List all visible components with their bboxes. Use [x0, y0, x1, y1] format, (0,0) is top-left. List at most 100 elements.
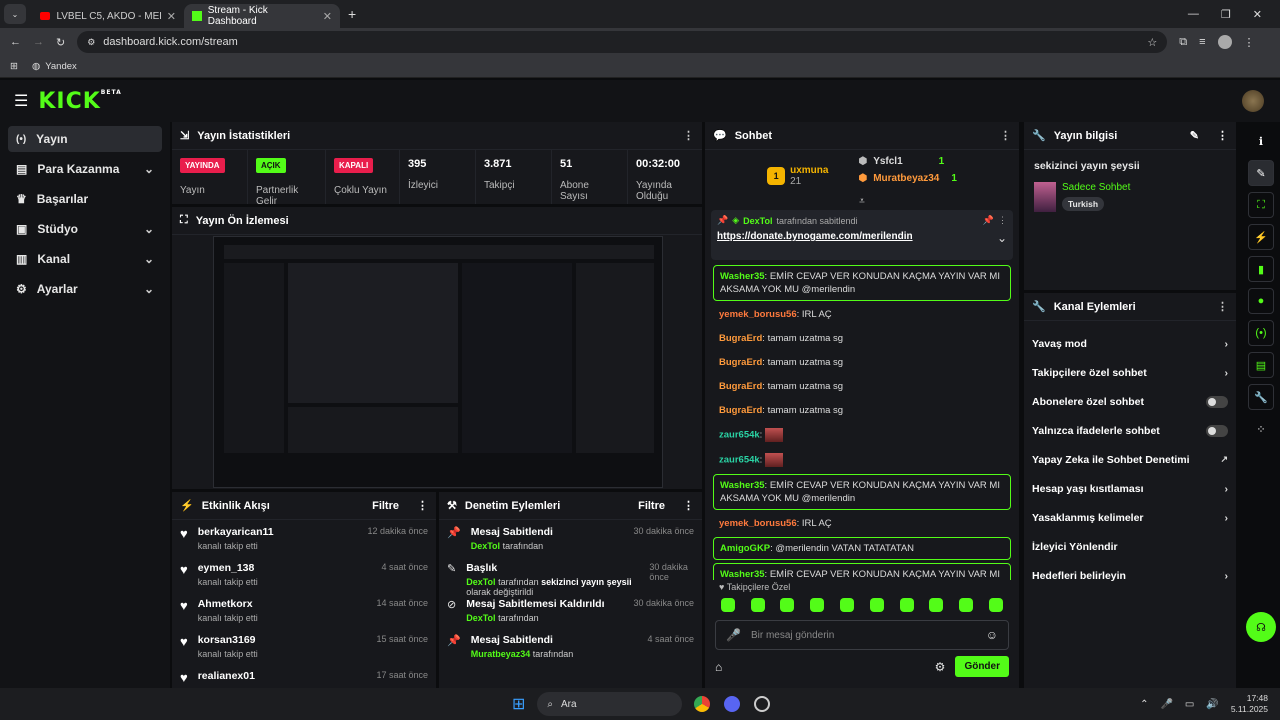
activity-user[interactable]: eymen_138 [198, 562, 258, 574]
activity-user[interactable]: korsan3169 [198, 634, 258, 646]
chevron-down-icon[interactable]: ⌄ [997, 231, 1007, 245]
channel-action-row[interactable]: Yapay Zeka ile Sohbet Denetimi ↗ [1024, 445, 1236, 474]
chat-username[interactable]: Washer35 [720, 271, 765, 282]
chat-username[interactable]: BugraErd [719, 381, 762, 392]
address-bar[interactable]: ⚙ dashboard.kick.com/stream ☆ [77, 31, 1168, 53]
toggle-switch[interactable] [1206, 395, 1228, 408]
sidebar-item-basarilar[interactable]: ♛ Başarılar [8, 186, 162, 212]
more-options-icon[interactable]: ⋮ [1217, 129, 1228, 142]
channel-action-row[interactable]: Yasaklanmış kelimeler › [1024, 503, 1236, 532]
mod-user[interactable]: DexTol [466, 577, 495, 587]
emote-icon[interactable] [840, 598, 855, 612]
toggle-switch[interactable] [1206, 424, 1228, 437]
store-icon[interactable]: ⌂ [715, 660, 722, 674]
emote-icon[interactable] [959, 598, 974, 612]
chat-username[interactable]: BugraErd [719, 333, 762, 344]
mod-action-row[interactable]: ✎ Başlık DexTol tarafından sekizinci yayın… [439, 556, 702, 597]
unpin-icon[interactable]: 📌 [983, 215, 994, 226]
emote-icon[interactable] [780, 598, 795, 612]
microphone-icon[interactable]: 🎤 [726, 628, 741, 642]
settings-gear-icon[interactable]: ⚙ [935, 660, 946, 674]
microphone-tray-icon[interactable]: 🎤 [1160, 699, 1172, 710]
activity-row[interactable]: ♥ eymen_138 kanalı takip etti 4 saat önce [172, 556, 436, 592]
channel-action-row[interactable]: Takipçilere özel sohbet › [1024, 358, 1236, 387]
chat-input[interactable]: 🎤 Bir mesaj gönderin ☺ [715, 620, 1009, 650]
close-window-icon[interactable]: ✕ [1253, 8, 1262, 21]
tray-chevron-up-icon[interactable]: ⌃ [1140, 699, 1148, 710]
broadcast-rail-icon[interactable]: (•) [1248, 320, 1274, 346]
chat-message[interactable]: BugraErd: tamam uzatma sg [713, 352, 1011, 373]
filter-button[interactable]: Filtre [638, 500, 665, 512]
close-tab-icon[interactable]: ✕ [167, 10, 176, 23]
chat-rail-icon[interactable]: ● [1248, 288, 1274, 314]
chat-message[interactable]: Washer35: EMİR CEVAP VER KONUDAN KAÇMA Y… [713, 474, 1011, 510]
mod-action-row[interactable]: 📌 Mesaj Sabitlendi DexTol tarafından 30 dak… [439, 520, 702, 556]
chat-username[interactable]: BugraErd [719, 357, 762, 368]
more-options-icon[interactable]: ⋮ [1000, 129, 1011, 142]
channel-action-row[interactable]: Yavaş mod › [1024, 329, 1236, 358]
chat-message[interactable]: BugraErd: tamam uzatma sg [713, 376, 1011, 397]
chat-message[interactable]: yemek_borusu56: IRL AÇ [713, 304, 1011, 325]
chat-message[interactable]: zaur654k: [713, 449, 1011, 471]
activity-row[interactable]: ♥ Ahmetkorx kanalı takip etti 14 saat önce [172, 592, 436, 628]
chat-username[interactable]: BugraErd [719, 405, 762, 416]
chat-message[interactable]: Washer35: EMİR CEVAP VER KONUDAN KAÇMA Y… [713, 563, 1011, 580]
stream-preview-video[interactable] [213, 236, 663, 488]
category-link[interactable]: Sadece Sohbet [1062, 182, 1130, 193]
emote-icon[interactable] [869, 598, 884, 612]
tab-youtube[interactable]: LVBEL C5, AKDO - MERMER - Yo ✕ [32, 4, 184, 28]
sidebar-item-yayin[interactable]: (•) Yayın [8, 126, 162, 152]
filter-button[interactable]: Filtre [372, 500, 399, 512]
close-tab-icon[interactable]: ✕ [323, 10, 332, 23]
site-info-icon[interactable]: ⚙ [87, 37, 95, 48]
tag-pill[interactable]: Turkish [1062, 197, 1105, 211]
kick-logo[interactable]: KICKBETA [38, 89, 121, 114]
channel-action-row[interactable]: Hedefleri belirleyin › [1024, 561, 1236, 590]
emoji-icon[interactable]: ☺ [986, 628, 998, 642]
reload-icon[interactable]: ↻ [56, 36, 65, 49]
discord-taskbar-icon[interactable] [724, 696, 741, 712]
pinned-link[interactable]: https://donate.bynogame.com/merilendin [717, 231, 913, 245]
mod-user[interactable]: DexTol [471, 541, 500, 551]
chat-username[interactable]: yemek_borusu56 [719, 518, 797, 529]
top-gifter-1[interactable]: 1 uxmuna 21 [767, 156, 828, 196]
volume-icon[interactable]: 🔊 [1206, 699, 1218, 710]
chat-username[interactable]: yemek_borusu56 [719, 309, 797, 320]
emote-icon[interactable] [750, 598, 765, 612]
info-icon[interactable]: ℹ [1248, 128, 1274, 154]
chat-message[interactable]: BugraErd: tamam uzatma sg [713, 400, 1011, 421]
profile-avatar-icon[interactable] [1217, 35, 1232, 49]
integrations-icon[interactable]: ⁘ [1248, 416, 1274, 442]
chat-message[interactable]: AmigoGKP: @merilendin VATAN TATATATAN [713, 537, 1011, 560]
chat-message[interactable]: yemek_borusu56: IRL AÇ [713, 513, 1011, 534]
more-options-icon[interactable]: ⋮ [998, 215, 1007, 226]
more-options-icon[interactable]: ⋮ [683, 499, 694, 512]
more-options-icon[interactable]: ⋮ [1217, 300, 1228, 313]
more-options-icon[interactable]: ⋮ [683, 129, 694, 142]
sidebar-item-kanal[interactable]: ▥ Kanal ⌄ [8, 246, 162, 272]
channel-action-row[interactable]: Hesap yaşı kısıtlaması › [1024, 474, 1236, 503]
chat-username[interactable]: Washer35 [720, 569, 765, 580]
sidebar-item-ayarlar[interactable]: ⚙ Ayarlar ⌄ [8, 276, 162, 302]
extensions-icon[interactable]: ⧉ [1179, 36, 1187, 49]
back-icon[interactable]: ← [10, 36, 21, 48]
sidebar-item-para-kazanma[interactable]: ▤ Para Kazanma ⌄ [8, 156, 162, 182]
chat-message[interactable]: BugraErd: tamam uzatma sg [713, 328, 1011, 349]
emote-icon[interactable] [810, 598, 825, 612]
edit-icon[interactable]: ✎ [1248, 160, 1274, 186]
clock[interactable]: 17:48 5.11.2025 [1231, 693, 1268, 715]
send-button[interactable]: Gönder [955, 656, 1009, 677]
browser-menu-icon[interactable]: ⋮ [1244, 36, 1255, 49]
channel-action-row[interactable]: Yalnızca ifadelerle sohbet [1024, 416, 1236, 445]
emote-icon[interactable] [720, 598, 735, 612]
activity-row[interactable]: ♥ korsan3169 kanalı takip etti 15 saat önce [172, 628, 436, 664]
minimize-icon[interactable]: — [1188, 8, 1199, 21]
forward-icon[interactable]: → [33, 36, 44, 48]
taskbar-search[interactable]: ⌕ Ara [537, 692, 683, 716]
new-tab-icon[interactable]: + [348, 6, 356, 22]
tab-kick-dashboard[interactable]: Stream - Kick Dashboard ✕ [184, 4, 340, 28]
more-options-icon[interactable]: ⋮ [417, 499, 428, 512]
user-avatar[interactable] [1242, 90, 1264, 112]
chat-message[interactable]: zaur654k: [713, 424, 1011, 446]
chat-username[interactable]: zaur654k [719, 455, 760, 466]
